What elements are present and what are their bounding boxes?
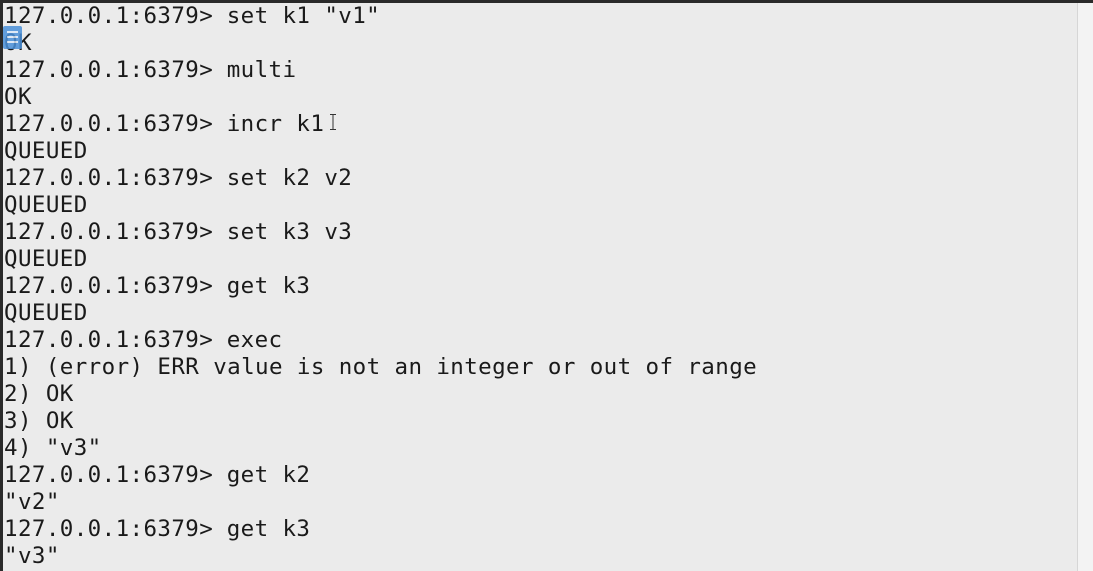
output-text: QUEUED [4, 138, 88, 164]
vertical-scrollbar[interactable] [1077, 3, 1093, 571]
command-line: 127.0.0.1:6379> get k3 [4, 516, 1078, 543]
prompt: 127.0.0.1:6379> [4, 3, 214, 29]
command-line: 127.0.0.1:6379> exec [4, 327, 1078, 354]
prompt: 127.0.0.1:6379> [4, 273, 214, 299]
command-text: incr k1 [226, 111, 325, 137]
command-line: 127.0.0.1:6379> multi [4, 57, 1078, 84]
output-line: QUEUED [4, 192, 1078, 219]
command-text: get k3 [226, 516, 311, 542]
output-line: 3) OK [4, 408, 1078, 435]
output-line: 4) "v3" [4, 435, 1078, 462]
output-text: QUEUED [4, 246, 88, 272]
output-line: OK [4, 84, 1078, 111]
terminal-output[interactable]: 127.0.0.1:6379>set k1 "v1"OK127.0.0.1:63… [4, 3, 1078, 571]
command-text: set k2 v2 [226, 165, 353, 191]
output-text: OK [4, 84, 32, 110]
selection-marker-icon [3, 26, 22, 49]
prompt: 127.0.0.1:6379> [4, 327, 214, 353]
output-text: 3) OK [4, 408, 74, 434]
command-text: get k2 [226, 462, 311, 488]
prompt: 127.0.0.1:6379> [4, 57, 214, 83]
output-text: 4) "v3" [4, 435, 102, 461]
output-text: QUEUED [4, 300, 88, 326]
prompt: 127.0.0.1:6379> [4, 516, 214, 542]
prompt: 127.0.0.1:6379> [4, 219, 214, 245]
command-text: set k3 v3 [226, 219, 353, 245]
output-text: 2) OK [4, 381, 74, 407]
command-text: get k3 [226, 273, 311, 299]
output-line: QUEUED [4, 300, 1078, 327]
output-line: "v2" [4, 489, 1078, 516]
output-line: OK [4, 30, 1078, 57]
output-text: "v2" [4, 489, 60, 515]
command-line: 127.0.0.1:6379> get k3 [4, 273, 1078, 300]
prompt: 127.0.0.1:6379> [4, 111, 214, 137]
output-text: QUEUED [4, 192, 88, 218]
output-line: 1) (error) ERR value is not an integer o… [4, 354, 1078, 381]
command-line: 127.0.0.1:6379> set k1 "v1" [4, 3, 1078, 30]
ibeam-cursor-icon [330, 114, 336, 130]
output-line: QUEUED [4, 246, 1078, 273]
command-text: exec [226, 327, 283, 353]
output-line: 2) OK [4, 381, 1078, 408]
prompt: 127.0.0.1:6379> [4, 165, 214, 191]
command-line: 127.0.0.1:6379> incr k1 [4, 111, 1078, 138]
command-text: multi [226, 57, 297, 83]
output-text: 1) (error) ERR value is not an integer o… [4, 354, 758, 380]
output-line: "v3" [4, 543, 1078, 570]
command-line: 127.0.0.1:6379> set k3 v3 [4, 219, 1078, 246]
terminal-window: 127.0.0.1:6379>set k1 "v1"OK127.0.0.1:63… [0, 0, 1093, 571]
prompt: 127.0.0.1:6379> [4, 462, 214, 488]
command-text: set k1 "v1" [226, 3, 381, 29]
output-line: QUEUED [4, 138, 1078, 165]
command-line: 127.0.0.1:6379> get k2 [4, 462, 1078, 489]
output-text: "v3" [4, 543, 60, 569]
command-line: 127.0.0.1:6379> set k2 v2 [4, 165, 1078, 192]
